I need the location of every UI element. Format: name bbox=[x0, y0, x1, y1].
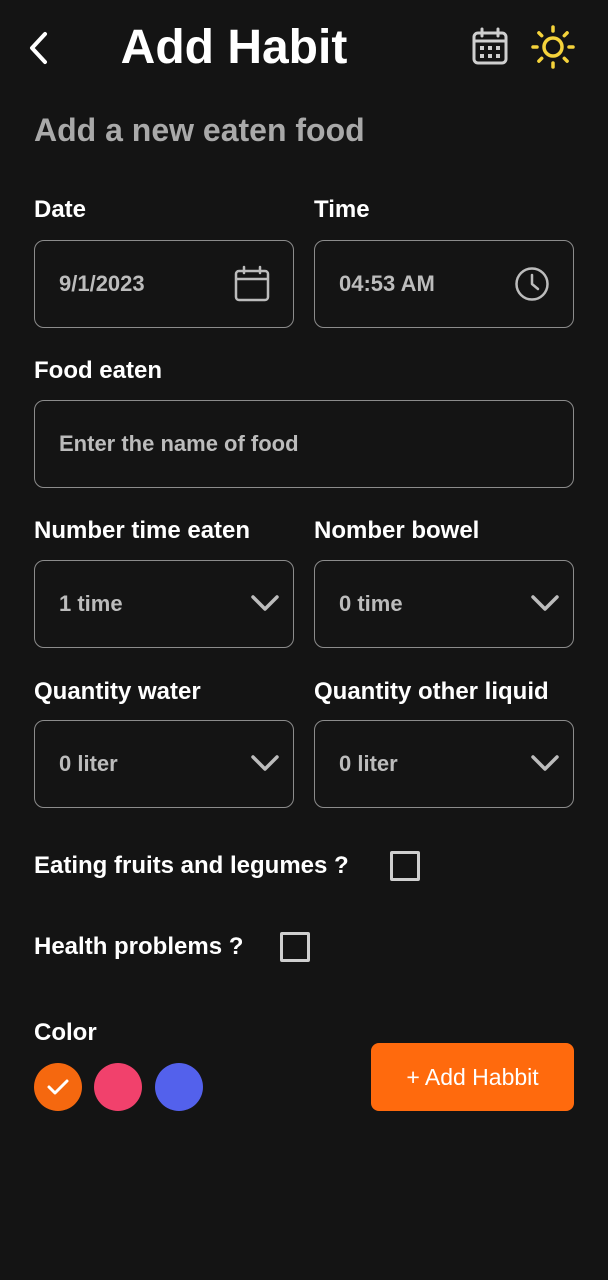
date-field[interactable]: 9/1/2023 bbox=[34, 240, 294, 328]
color-swatch-blue[interactable] bbox=[155, 1063, 203, 1111]
chevron-down-icon bbox=[251, 595, 279, 611]
other-liquid-select[interactable]: 0 liter bbox=[314, 720, 574, 808]
other-liquid-label: Quantity other liquid bbox=[314, 678, 549, 705]
time-field[interactable]: 04:53 AM bbox=[314, 240, 574, 328]
water-label: Quantity water bbox=[34, 678, 201, 705]
calendar-icon bbox=[472, 27, 508, 65]
sun-icon bbox=[531, 25, 575, 69]
chevron-down-icon bbox=[531, 595, 559, 611]
form-subtitle: Add a new eaten food bbox=[34, 112, 365, 148]
fruits-label: Eating fruits and legumes ? bbox=[34, 852, 349, 879]
add-habit-button[interactable]: + Add Habbit bbox=[371, 1043, 574, 1111]
theme-toggle-button[interactable] bbox=[530, 24, 576, 70]
times-eaten-select[interactable]: 1 time bbox=[34, 560, 294, 648]
water-select[interactable]: 0 liter bbox=[34, 720, 294, 808]
other-liquid-value: 0 liter bbox=[339, 751, 398, 776]
fruits-checkbox[interactable] bbox=[390, 851, 420, 881]
page-title: Add Habit bbox=[120, 21, 348, 74]
time-value: 04:53 AM bbox=[339, 271, 435, 296]
times-eaten-label: Number time eaten bbox=[34, 517, 251, 544]
color-swatch-orange[interactable] bbox=[34, 1063, 82, 1111]
bowel-label: Nomber bowel bbox=[314, 517, 480, 544]
calendar-button[interactable] bbox=[470, 26, 510, 68]
bowel-value: 0 time bbox=[339, 591, 403, 616]
calendar-icon bbox=[234, 265, 270, 302]
water-value: 0 liter bbox=[59, 751, 118, 776]
health-label: Health problems ? bbox=[34, 933, 244, 960]
times-eaten-value: 1 time bbox=[59, 591, 123, 616]
chevron-down-icon bbox=[531, 755, 559, 771]
chevron-down-icon bbox=[251, 755, 279, 771]
food-input[interactable]: Enter the name of food bbox=[34, 400, 574, 488]
date-value: 9/1/2023 bbox=[59, 271, 145, 296]
health-checkbox[interactable] bbox=[280, 932, 310, 962]
check-icon bbox=[47, 1079, 69, 1095]
date-label: Date bbox=[34, 196, 87, 223]
time-label: Time bbox=[314, 196, 370, 223]
food-placeholder: Enter the name of food bbox=[59, 431, 299, 456]
clock-icon bbox=[515, 267, 549, 301]
color-label: Color bbox=[34, 1019, 97, 1046]
food-label: Food eaten bbox=[34, 357, 163, 384]
color-swatch-pink[interactable] bbox=[94, 1063, 142, 1111]
bowel-select[interactable]: 0 time bbox=[314, 560, 574, 648]
